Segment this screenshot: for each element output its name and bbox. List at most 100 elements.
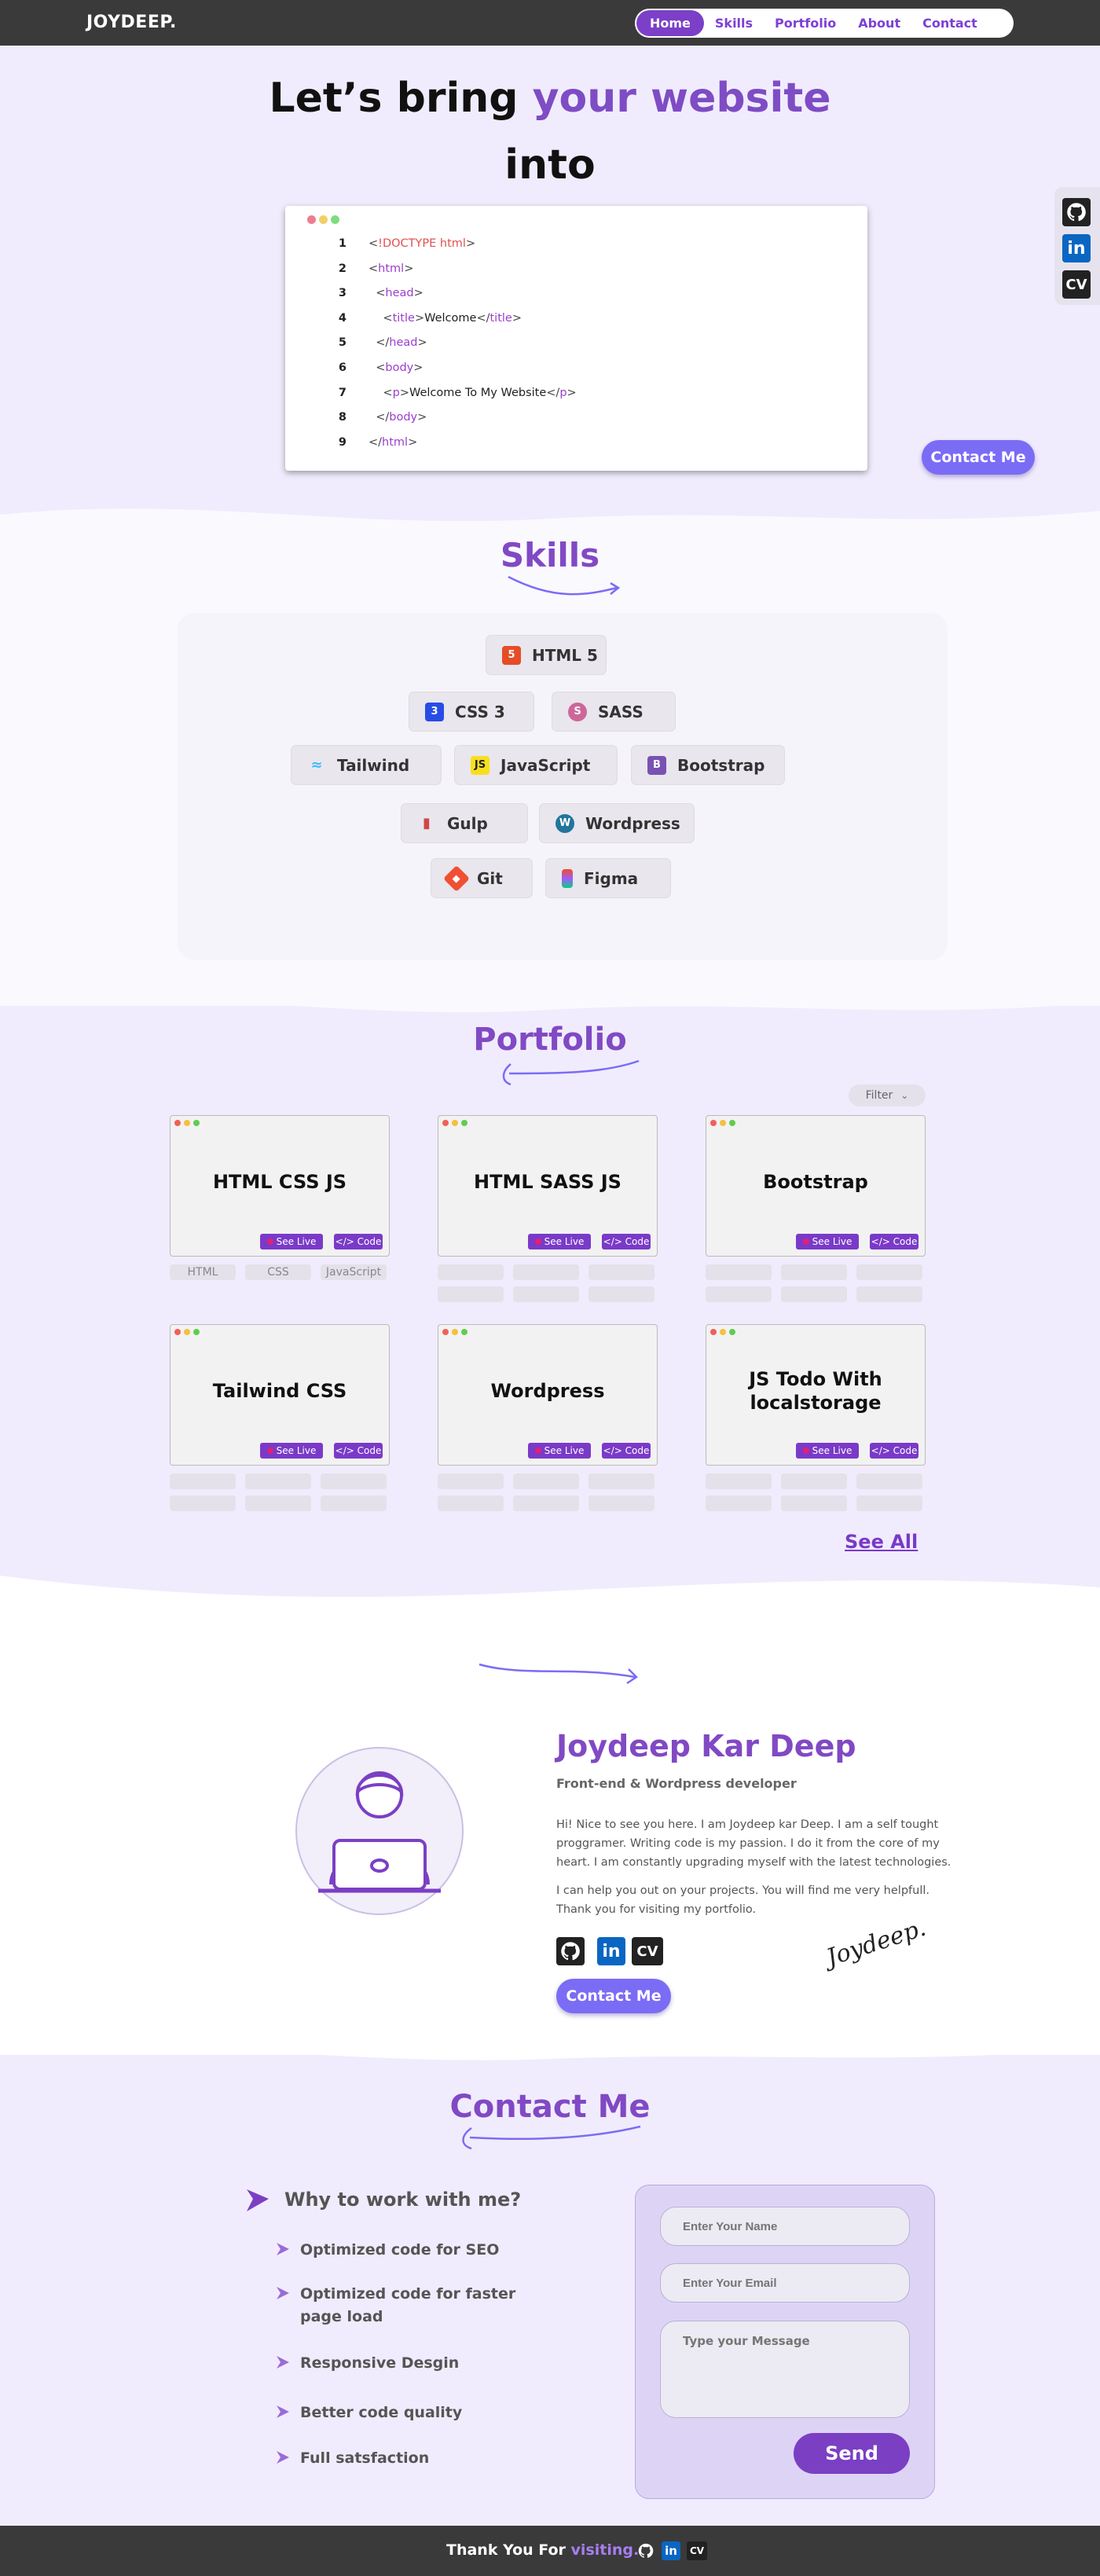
see-live-button[interactable]: See Live: [796, 1443, 859, 1459]
code-line: 3 <head>: [326, 285, 424, 301]
tech-tag: JavaScript: [321, 1264, 387, 1280]
filter-dropdown[interactable]: Filter ⌄: [849, 1084, 926, 1106]
code-text: </head>: [368, 336, 427, 350]
wave-divider: [0, 1576, 1100, 1619]
reason-item: Optimized code for SEO: [300, 2241, 500, 2259]
skill-label: SASS: [598, 702, 644, 721]
skill-wordpress: W Wordpress: [539, 803, 695, 843]
tech-tag: [438, 1495, 504, 1511]
nav-menu: Home Skills Portfolio About Contact: [635, 9, 1014, 38]
portfolio-card: Tailwind CSS See Live </> Code: [170, 1324, 390, 1466]
github-icon[interactable]: [556, 1937, 585, 1965]
nav-skills[interactable]: Skills: [704, 10, 764, 36]
arrow-play-icon: [277, 2243, 289, 2255]
linkedin-icon[interactable]: in: [662, 2541, 680, 2560]
tech-tag: [588, 1495, 654, 1511]
about-name: Joydeep Kar Deep: [556, 1729, 856, 1763]
code-button[interactable]: </> Code: [870, 1234, 918, 1249]
nav-contact[interactable]: Contact: [911, 10, 988, 36]
code-text: <head>: [368, 287, 424, 300]
tech-tag: [781, 1264, 847, 1280]
figma-icon: [562, 868, 573, 888]
live-dot-icon: [534, 1448, 541, 1454]
code-button[interactable]: </> Code: [602, 1234, 651, 1249]
code-button[interactable]: </> Code: [870, 1443, 918, 1459]
see-all-link[interactable]: See All: [845, 1531, 918, 1553]
skills-title: Skills: [500, 536, 600, 574]
avatar-illustration: [295, 1747, 464, 1915]
skill-label: HTML 5: [532, 645, 598, 665]
tech-tags: [706, 1473, 922, 1489]
cv-icon[interactable]: CV: [687, 2541, 707, 2560]
about-contact-button[interactable]: Contact Me: [556, 1979, 671, 2013]
tech-tag: [170, 1495, 236, 1511]
portfolio-card: Bootstrap See Live </> Code: [706, 1115, 926, 1257]
sass-icon: S: [568, 702, 587, 721]
filter-label: Filter: [865, 1089, 893, 1102]
code-line: 4 <title>Welcome</title>: [326, 310, 522, 326]
site-logo[interactable]: JOYDEEP.: [86, 13, 177, 32]
code-line: 1 <!DOCTYPE html>: [326, 236, 475, 251]
tech-tags: [706, 1495, 922, 1511]
skill-label: Gulp: [447, 813, 488, 833]
code-line: 2 <html>: [326, 261, 413, 277]
linkedin-icon[interactable]: in: [1062, 234, 1091, 262]
nav-portfolio[interactable]: Portfolio: [764, 10, 847, 36]
message-textarea[interactable]: [660, 2321, 910, 2418]
see-live-button[interactable]: See Live: [528, 1443, 591, 1459]
nav-about[interactable]: About: [847, 10, 911, 36]
github-icon[interactable]: [636, 2541, 655, 2560]
see-live-label: See Live: [812, 1445, 852, 1456]
code-button[interactable]: </> Code: [334, 1234, 383, 1249]
portfolio-card: HTML SASS JS See Live </> Code: [438, 1115, 658, 1257]
live-dot-icon: [534, 1238, 541, 1245]
line-number: 5: [338, 336, 346, 350]
arrow-play-icon: [277, 2451, 289, 2464]
tech-tag: [438, 1286, 504, 1302]
cv-icon[interactable]: CV: [632, 1937, 663, 1965]
tech-tag: [588, 1286, 654, 1302]
live-dot-icon: [266, 1448, 273, 1454]
tech-tag: [170, 1473, 236, 1489]
skill-label: Bootstrap: [677, 755, 765, 775]
see-live-label: See Live: [276, 1236, 317, 1247]
html5-icon: 5: [502, 645, 521, 665]
tech-tag: [513, 1264, 579, 1280]
github-icon[interactable]: [1062, 198, 1091, 226]
line-number: 3: [338, 287, 346, 300]
hero-contact-button[interactable]: Contact Me: [922, 440, 1035, 475]
send-button[interactable]: Send: [794, 2433, 910, 2474]
tech-tag: HTML: [170, 1264, 236, 1280]
minimize-dot: [319, 215, 328, 224]
see-live-button[interactable]: See Live: [528, 1234, 591, 1249]
code-button[interactable]: </> Code: [602, 1443, 651, 1459]
name-input[interactable]: [660, 2207, 910, 2246]
hero-heading-line2: into: [504, 141, 596, 189]
email-input[interactable]: [660, 2263, 910, 2303]
skill-css3: 3 CSS 3: [409, 692, 534, 732]
code-window: 1 <!DOCTYPE html> 2 <html> 3 <head> 4 <title>…: [285, 206, 867, 471]
tech-tags: [438, 1286, 654, 1302]
tech-tag: [513, 1286, 579, 1302]
live-dot-icon: [802, 1448, 809, 1454]
code-line: 9 </html>: [326, 435, 417, 450]
see-live-button[interactable]: See Live: [260, 1443, 323, 1459]
javascript-icon: JS: [471, 755, 490, 775]
tech-tag: [438, 1264, 504, 1280]
nav-home[interactable]: Home: [636, 10, 704, 36]
code-button[interactable]: </> Code: [334, 1443, 383, 1459]
cv-icon[interactable]: CV: [1062, 270, 1091, 299]
see-live-button[interactable]: See Live: [260, 1234, 323, 1249]
arrow-play-icon: [277, 2405, 289, 2418]
tech-tag: [781, 1286, 847, 1302]
contact-title: Contact Me: [449, 2089, 651, 2125]
social-sidebar: in CV: [1054, 187, 1100, 305]
reason-item: Better code quality: [300, 2404, 463, 2421]
about-paragraph-2: I can help you out on your projects. You…: [556, 1884, 930, 1916]
see-live-button[interactable]: See Live: [796, 1234, 859, 1249]
linkedin-icon[interactable]: in: [597, 1937, 625, 1965]
tech-tag: [438, 1473, 504, 1489]
maximize-dot: [331, 215, 339, 224]
skill-label: Git: [477, 868, 503, 888]
gulp-icon: ▮: [417, 813, 436, 833]
